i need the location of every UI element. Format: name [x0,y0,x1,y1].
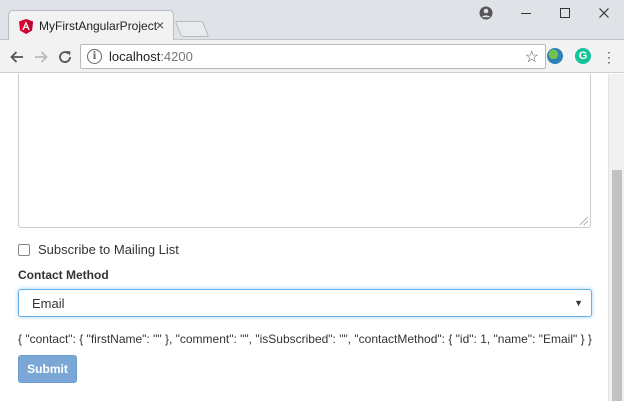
profile-icon[interactable] [466,0,506,26]
kebab-menu-icon[interactable]: ⋮ [598,46,620,68]
page-scrollbar[interactable] [608,74,624,401]
subscribe-checkbox[interactable] [18,243,30,256]
model-json-output: { "contact": { "firstName": "" }, "comme… [18,332,592,346]
star-icon[interactable]: ☆ [525,47,539,67]
arrow-left-icon [10,51,23,63]
reload-button[interactable] [54,46,76,68]
resize-handle-icon[interactable] [580,217,588,225]
chevron-down-icon: ▼ [574,298,583,308]
page-viewport: Subscribe to Mailing List Contact Method… [0,74,608,401]
submit-button[interactable]: Submit [18,355,77,383]
minimize-icon[interactable] [506,0,546,26]
subscribe-row: Subscribe to Mailing List [18,242,179,257]
tab-close-icon[interactable]: × [156,17,164,33]
angular-logo-icon [19,19,33,34]
close-window-icon[interactable] [584,0,624,26]
tab-title: MyFirstAngularProject [39,19,158,33]
contact-method-select[interactable]: Email ▼ [18,289,592,317]
info-icon[interactable]: i [87,49,102,64]
back-button[interactable] [6,46,28,68]
maximize-icon[interactable] [545,0,585,26]
subscribe-label[interactable]: Subscribe to Mailing List [38,242,179,257]
globe-extension-icon[interactable] [547,48,563,64]
url-text: localhost:4200 [109,49,193,64]
browser-tab[interactable]: MyFirstAngularProject × [8,10,174,41]
scrollbar-thumb[interactable] [612,170,622,401]
browser-toolbar: i localhost:4200 ☆ G ⋮ [0,40,624,73]
contact-method-value: Email [32,296,65,311]
new-tab-button[interactable] [174,21,210,37]
reload-icon [59,51,71,63]
comment-textarea[interactable] [18,74,591,228]
browser-titlebar: MyFirstAngularProject × [0,0,624,41]
grammarly-icon[interactable]: G [575,48,591,64]
contact-method-label: Contact Method [18,268,109,282]
forward-button[interactable] [30,46,52,68]
address-bar[interactable]: i localhost:4200 ☆ [80,44,546,69]
arrow-right-icon [35,51,48,63]
